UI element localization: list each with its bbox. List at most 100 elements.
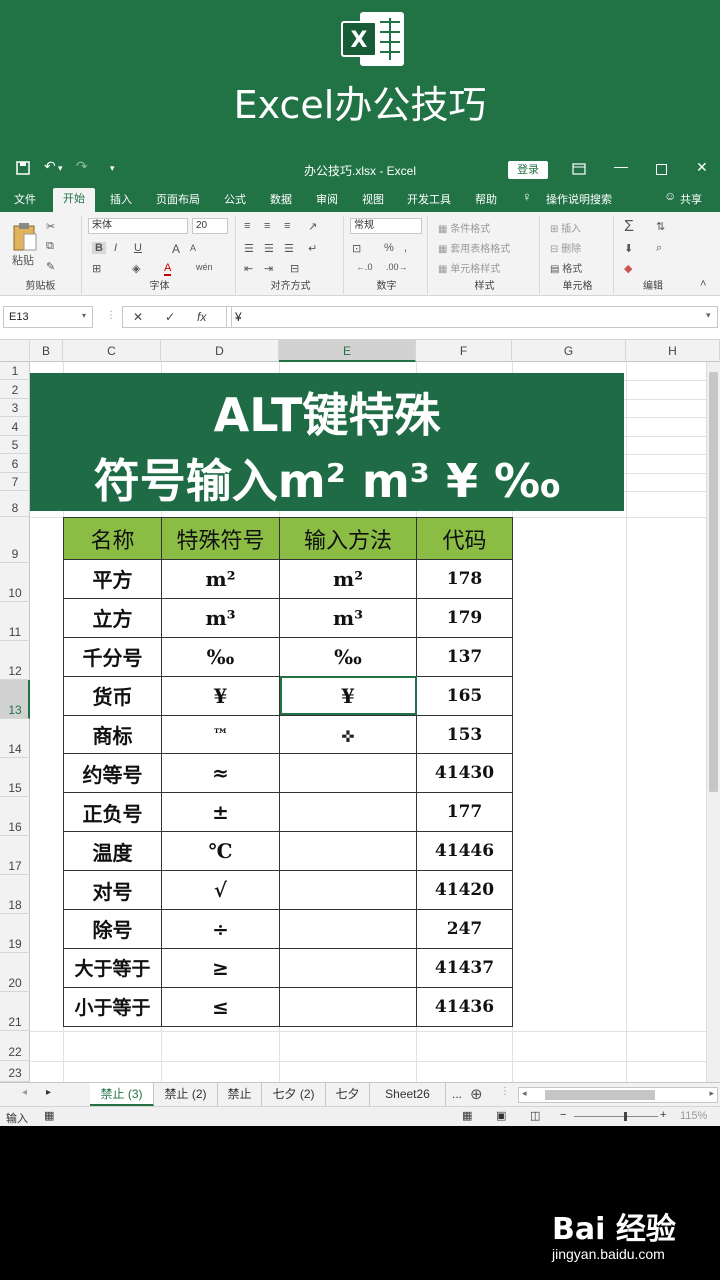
column-header-c[interactable]: C [63, 340, 161, 362]
column-header-h[interactable]: H [626, 340, 720, 362]
currency-icon[interactable]: ⊡ [352, 242, 361, 255]
align-center-icon[interactable]: ☰ [264, 242, 274, 255]
tell-me-search[interactable]: 操作说明搜索 [546, 191, 612, 207]
cell-symbol[interactable]: ℃ [161, 831, 280, 872]
column-header-e[interactable]: E [279, 340, 416, 362]
header-name[interactable]: 名称 [63, 517, 162, 560]
scroll-left-icon[interactable]: ◂ [522, 1088, 527, 1099]
cell-name[interactable]: 正负号 [63, 792, 162, 833]
cell-symbol[interactable]: m² [161, 559, 280, 599]
page-break-view-icon[interactable]: ◫ [530, 1109, 540, 1122]
row-header[interactable]: 3 [0, 399, 30, 417]
redo-icon[interactable]: ↷ [76, 158, 88, 175]
cell-symbol[interactable]: ¥ [161, 675, 280, 716]
tab-help[interactable]: 帮助 [475, 191, 497, 207]
cell-code[interactable]: 41437 [416, 947, 513, 988]
row-header[interactable]: 2 [0, 380, 30, 399]
save-icon[interactable] [16, 161, 30, 175]
name-box-dropdown-icon[interactable]: ▾ [82, 311, 86, 320]
row-header[interactable]: 1 [0, 362, 30, 380]
row-header[interactable]: 9 [0, 517, 30, 563]
horizontal-scrollbar[interactable]: ◂ ▸ [518, 1087, 718, 1103]
cell-symbol[interactable]: ™ [161, 714, 280, 755]
cell-name[interactable]: 货币 [63, 675, 162, 716]
align-middle-icon[interactable]: ≡ [264, 220, 270, 232]
share-button[interactable]: 共享 [680, 191, 702, 207]
select-all-corner[interactable] [0, 340, 30, 362]
font-name-select[interactable]: 宋体 [88, 218, 188, 234]
fill-icon[interactable]: ⬇ [624, 242, 633, 255]
tab-home[interactable]: 开始 [53, 188, 95, 212]
cell-code[interactable]: 179 [416, 597, 513, 638]
cell-name[interactable]: 大于等于 [63, 947, 162, 988]
row-header[interactable]: 19 [0, 914, 30, 953]
sort-filter-icon[interactable]: ⇅ [656, 220, 665, 233]
paste-label[interactable]: 粘贴 [12, 252, 34, 268]
tab-page-layout[interactable]: 页面布局 [156, 191, 200, 207]
sheet-tab-active[interactable]: 禁止 (3) [90, 1083, 154, 1106]
cell-code[interactable]: 41430 [416, 753, 513, 794]
name-box[interactable]: E13 [3, 306, 93, 328]
cancel-icon[interactable]: ✕ [133, 310, 143, 324]
row-header[interactable]: 14 [0, 719, 30, 758]
sheet-tab[interactable]: 七夕 (2) [262, 1083, 326, 1106]
fill-color-icon[interactable]: ◈ [132, 262, 140, 275]
comma-button[interactable]: , [404, 242, 407, 254]
increase-indent-icon[interactable]: ⇥ [264, 262, 273, 275]
font-size-select[interactable]: 20 [192, 218, 228, 234]
row-header[interactable]: 7 [0, 473, 30, 491]
column-header-g[interactable]: G [512, 340, 626, 362]
cell-code[interactable]: 177 [416, 792, 513, 833]
row-header[interactable]: 21 [0, 992, 30, 1031]
worksheet-grid[interactable]: B C D E F G H 1 2 3 4 5 6 7 8 9 10 11 12… [0, 340, 720, 1082]
italic-button[interactable]: I [114, 242, 117, 254]
grow-font-button[interactable]: A [172, 242, 180, 256]
shrink-font-button[interactable]: A [190, 243, 196, 253]
prev-sheet-icon[interactable]: ◂ [22, 1087, 27, 1098]
find-select-icon[interactable]: ⌕ [656, 242, 662, 255]
bold-button[interactable]: B [92, 242, 106, 254]
row-header[interactable]: 17 [0, 836, 30, 875]
insert-function-icon[interactable]: fx [197, 310, 206, 324]
next-sheet-icon[interactable]: ▸ [46, 1087, 51, 1098]
cell-method[interactable]: m² [279, 559, 417, 599]
tab-split-icon[interactable]: ⋮ [500, 1086, 510, 1097]
column-header-f[interactable]: F [416, 340, 512, 362]
add-sheet-icon[interactable]: ⊕ [470, 1085, 483, 1103]
row-header[interactable]: 5 [0, 436, 30, 454]
zoom-out-icon[interactable]: − [560, 1109, 566, 1121]
clear-icon[interactable]: ◆ [624, 262, 632, 275]
zoom-slider-thumb[interactable] [624, 1112, 627, 1121]
cell-code[interactable]: 41420 [416, 870, 513, 911]
cell-method[interactable] [279, 792, 417, 833]
cell-method[interactable] [279, 870, 417, 911]
cell-symbol[interactable]: ≤ [161, 986, 280, 1027]
undo-dropdown-icon[interactable]: ▾ [58, 163, 63, 174]
cell-method[interactable]: ‰ [279, 636, 417, 677]
formula-input[interactable]: ¥ [226, 306, 718, 328]
number-format-select[interactable]: 常规 [350, 218, 422, 234]
login-button[interactable]: 登录 [508, 161, 548, 179]
format-painter-icon[interactable]: ✎ [46, 260, 55, 273]
align-bottom-icon[interactable]: ≡ [284, 220, 290, 232]
cell-symbol[interactable]: ≥ [161, 947, 280, 988]
row-header[interactable]: 10 [0, 563, 30, 602]
autosum-icon[interactable]: Σ [624, 218, 634, 236]
maximize-icon[interactable] [656, 164, 667, 175]
cell-symbol[interactable]: ± [161, 792, 280, 833]
cell-name[interactable]: 立方 [63, 597, 162, 638]
decrease-decimal-icon[interactable]: .00→ [386, 262, 408, 272]
row-header[interactable]: 20 [0, 953, 30, 992]
cell-symbol[interactable]: ÷ [161, 909, 280, 949]
cell-styles-button[interactable]: 单元格样式 [450, 264, 500, 275]
merged-title-cell[interactable]: ALT键特殊 符号输入m² m³ ¥ ‰ [30, 373, 624, 511]
header-code[interactable]: 代码 [416, 517, 513, 560]
row-header[interactable]: 6 [0, 454, 30, 473]
sheet-tab[interactable]: 禁止 [218, 1083, 262, 1106]
minimize-icon[interactable]: — [614, 158, 628, 174]
percent-button[interactable]: % [384, 242, 394, 254]
format-as-table-button[interactable]: 套用表格格式 [450, 244, 510, 255]
decrease-indent-icon[interactable]: ⇤ [244, 262, 253, 275]
zoom-slider[interactable] [574, 1116, 658, 1117]
enter-icon[interactable]: ✓ [165, 310, 175, 324]
